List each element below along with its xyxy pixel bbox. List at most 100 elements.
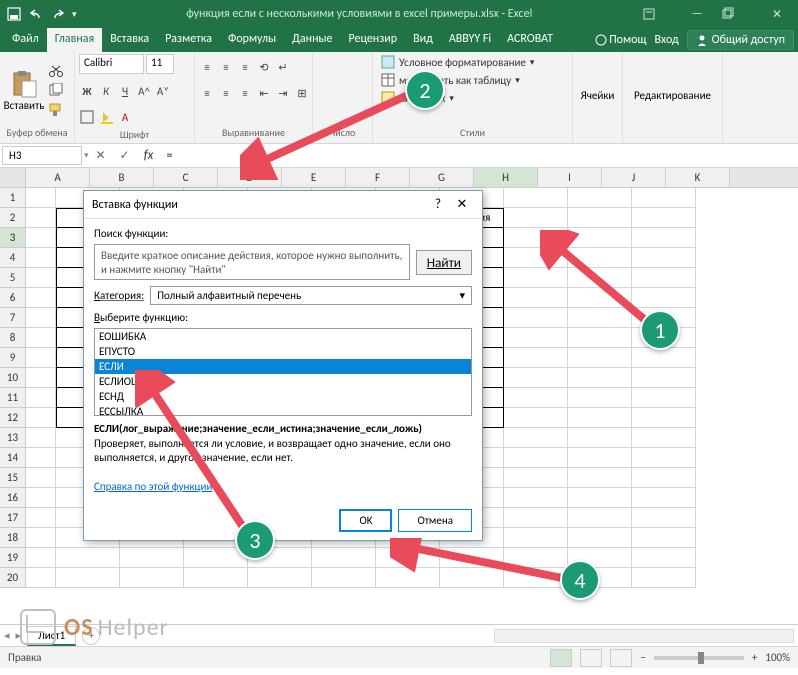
col-header[interactable]: A [26, 168, 90, 187]
cell[interactable] [504, 488, 568, 508]
tab-abbyy[interactable]: ABBYY Fi [441, 28, 499, 52]
cell[interactable] [632, 428, 696, 448]
align-top-icon[interactable]: ≡ [199, 58, 215, 76]
cell[interactable] [26, 508, 56, 528]
row-header[interactable]: 13 [0, 428, 26, 448]
cell[interactable] [26, 368, 56, 388]
cell[interactable] [312, 568, 376, 588]
cell[interactable] [632, 488, 696, 508]
row-header[interactable]: 2 [0, 208, 26, 228]
cell[interactable] [26, 528, 56, 548]
cell[interactable] [568, 488, 632, 508]
row-header[interactable]: 19 [0, 548, 26, 568]
cell[interactable] [504, 468, 568, 488]
cell[interactable] [568, 208, 632, 228]
cell[interactable] [568, 348, 632, 368]
row-header[interactable]: 10 [0, 368, 26, 388]
cell[interactable] [632, 448, 696, 468]
cell[interactable] [632, 528, 696, 548]
cell[interactable] [568, 388, 632, 408]
cells-button[interactable]: Ячейки [581, 89, 615, 102]
row-header[interactable]: 11 [0, 388, 26, 408]
category-select[interactable]: Полный алфавитный перечень▾ [150, 286, 472, 305]
row-header[interactable]: 7 [0, 308, 26, 328]
cell[interactable] [56, 548, 120, 568]
sheet-nav-prev-icon[interactable]: ◂ [4, 629, 10, 642]
cell[interactable] [26, 548, 56, 568]
row-header[interactable]: 4 [0, 248, 26, 268]
cell[interactable] [248, 568, 312, 588]
tab-file[interactable]: Файл [4, 28, 47, 52]
zoom-slider[interactable] [654, 656, 744, 660]
col-header[interactable]: C [154, 168, 218, 187]
horizontal-scrollbar[interactable] [494, 629, 794, 643]
cell[interactable] [504, 348, 568, 368]
orientation-icon[interactable]: ⟲ [256, 58, 272, 76]
underline-button[interactable]: Ч [117, 82, 133, 100]
col-header[interactable]: B [90, 168, 154, 187]
align-center-icon[interactable]: ≡ [218, 84, 234, 102]
cancel-formula-icon[interactable]: ✕ [89, 148, 113, 163]
cell[interactable] [312, 548, 376, 568]
cell[interactable] [26, 248, 56, 268]
cell[interactable] [632, 188, 696, 208]
col-header[interactable]: I [538, 168, 602, 187]
minimize-icon[interactable]: — [682, 7, 712, 22]
zoom-in-icon[interactable]: + [752, 651, 757, 664]
row-header[interactable]: 18 [0, 528, 26, 548]
tab-review[interactable]: Рецензир [340, 28, 405, 52]
view-pagebreak-icon[interactable] [610, 649, 632, 667]
font-name-select[interactable]: Calibri [79, 54, 144, 74]
decrease-font-icon[interactable]: A˅ [155, 82, 171, 100]
cell[interactable] [26, 468, 56, 488]
tab-view[interactable]: Вид [405, 28, 441, 52]
cell[interactable] [568, 328, 632, 348]
row-header[interactable]: 8 [0, 328, 26, 348]
copy-icon[interactable] [48, 83, 66, 99]
cell[interactable] [568, 368, 632, 388]
save-icon[interactable] [6, 6, 22, 22]
cell[interactable] [504, 368, 568, 388]
wrap-text-icon[interactable]: ↵ [275, 58, 291, 76]
cell[interactable] [26, 428, 56, 448]
name-box[interactable]: H3 [2, 146, 82, 165]
font-color-icon[interactable]: A [117, 108, 133, 126]
font-size-select[interactable]: 11 [146, 54, 174, 74]
row-header[interactable]: 17 [0, 508, 26, 528]
redo-icon[interactable] [50, 6, 66, 22]
paste-button[interactable]: Вставить [4, 69, 44, 112]
col-header[interactable]: H [474, 168, 538, 187]
undo-icon[interactable] [28, 6, 44, 22]
cell[interactable] [632, 368, 696, 388]
search-description-input[interactable]: Введите краткое описание действия, котор… [94, 244, 410, 280]
tab-home[interactable]: Главная [47, 28, 102, 52]
cancel-button[interactable]: Отмена [398, 509, 472, 532]
row-header[interactable]: 5 [0, 268, 26, 288]
row-header[interactable]: 3 [0, 228, 26, 248]
cell[interactable] [504, 408, 568, 428]
cell[interactable] [26, 268, 56, 288]
cell[interactable] [26, 388, 56, 408]
bold-button[interactable]: Ж [79, 82, 95, 100]
cell[interactable] [568, 448, 632, 468]
row-header[interactable]: 15 [0, 468, 26, 488]
find-button[interactable]: Найти [416, 250, 472, 275]
view-normal-icon[interactable] [550, 649, 572, 667]
ok-button[interactable]: OK [339, 509, 392, 532]
cell[interactable] [632, 468, 696, 488]
row-header[interactable]: 14 [0, 448, 26, 468]
col-header[interactable]: K [666, 168, 730, 187]
cell[interactable] [568, 508, 632, 528]
cell[interactable] [26, 488, 56, 508]
dialog-help-icon[interactable]: ? [426, 197, 450, 212]
zoom-out-icon[interactable]: − [640, 651, 645, 664]
close-icon[interactable]: ✕ [762, 7, 792, 22]
editing-button[interactable]: Редактирование [634, 89, 711, 102]
format-painter-icon[interactable] [48, 102, 66, 118]
cell[interactable] [120, 568, 184, 588]
select-all-triangle[interactable] [0, 168, 26, 187]
row-header[interactable]: 12 [0, 408, 26, 428]
cell[interactable] [26, 408, 56, 428]
fill-color-icon[interactable] [98, 108, 114, 126]
cell[interactable] [632, 508, 696, 528]
